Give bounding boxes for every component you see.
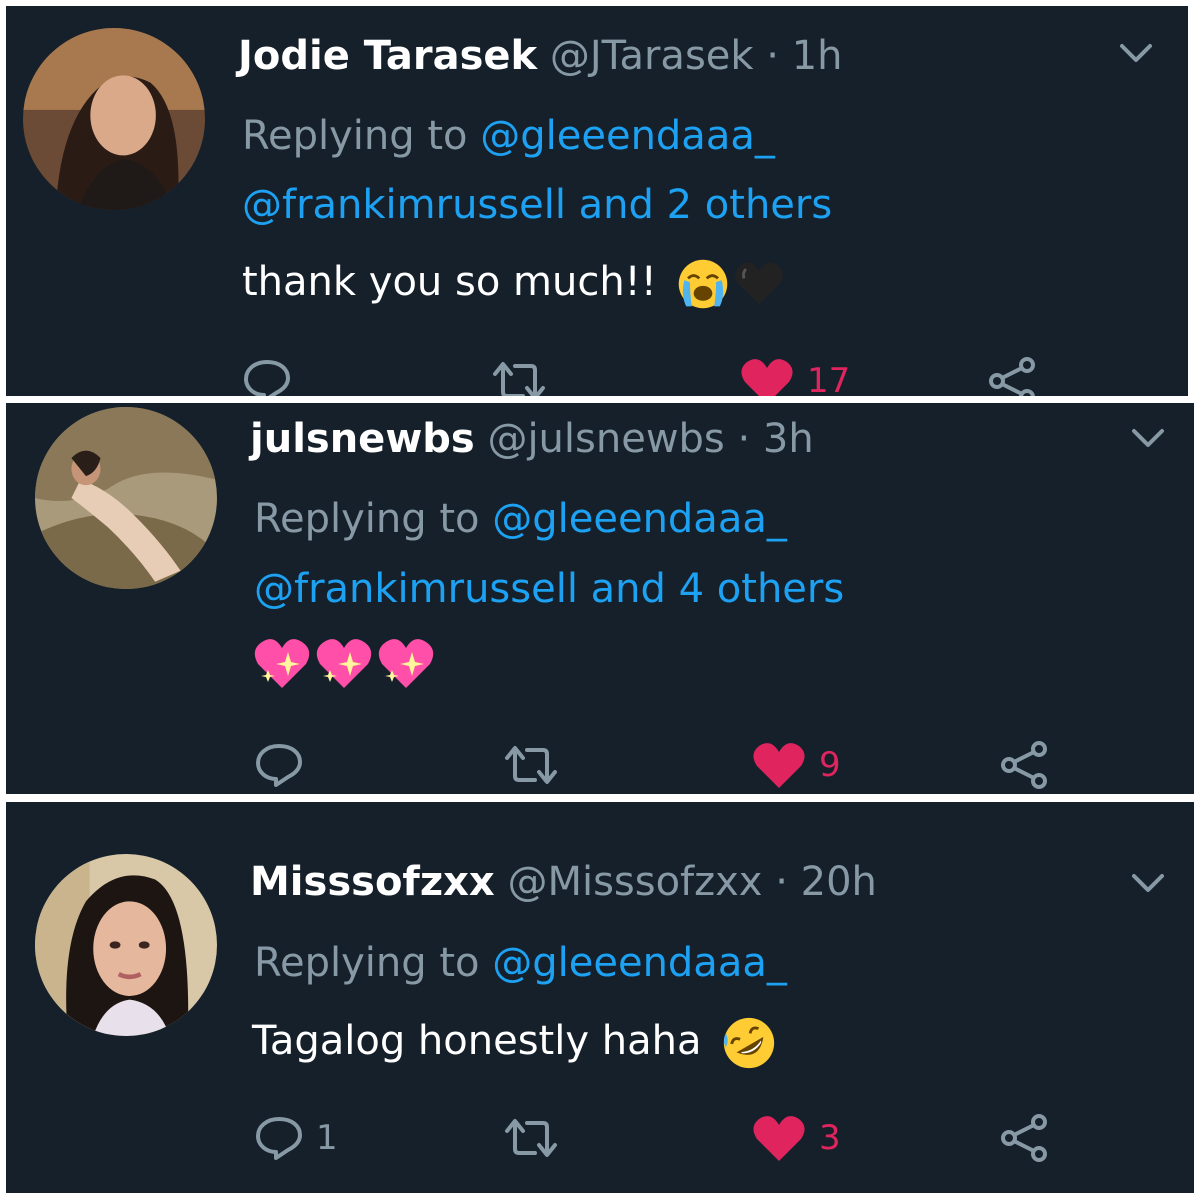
- separator-dot: ·: [766, 33, 779, 79]
- like-count: 3: [819, 1118, 841, 1158]
- like-button[interactable]: 9: [751, 740, 841, 790]
- tweet-actions: 9: [254, 740, 1074, 790]
- tweet-text: Tagalog honestly haha: [252, 1014, 778, 1072]
- reply-icon: [256, 744, 302, 787]
- replying-label: Replying to: [254, 496, 480, 542]
- reply-icon: [244, 360, 290, 396]
- like-button[interactable]: 17: [739, 356, 850, 396]
- like-count: 17: [807, 361, 851, 396]
- reply-count: 1: [316, 1118, 338, 1158]
- tweet-body: Tagalog honestly haha: [252, 1018, 702, 1064]
- display-name[interactable]: Misssofzxx: [250, 859, 495, 905]
- display-name[interactable]: julsnewbs: [250, 416, 475, 462]
- chevron-down-icon[interactable]: [1116, 38, 1156, 68]
- replying-to: Replying to @gleeendaaa_: [242, 112, 775, 160]
- share-button[interactable]: [987, 356, 1039, 396]
- separator-dot: ·: [775, 859, 788, 905]
- share-icon: [1001, 1114, 1047, 1162]
- user-handle[interactable]: @JTarasek: [550, 33, 754, 79]
- chevron-down-icon[interactable]: [1128, 423, 1168, 453]
- mention-others-link[interactable]: @frankimrussell and 2 others: [242, 182, 832, 228]
- replying-to: Replying to @gleeendaaa_: [254, 495, 787, 543]
- retweet-icon: [493, 362, 545, 396]
- heart-icon: [753, 1116, 805, 1161]
- sparkling-heart-icon: [316, 639, 372, 688]
- tweet-header: Misssofzxx @Misssofzxx · 20h: [250, 858, 877, 906]
- sparkling-heart-icon: [254, 639, 310, 688]
- heart-icon: [741, 359, 793, 396]
- reply-icon: [256, 1117, 302, 1160]
- replying-label: Replying to: [254, 940, 480, 986]
- tweet-text: thank you so much!!: [242, 256, 787, 312]
- share-button[interactable]: [999, 1113, 1051, 1163]
- display-name[interactable]: Jodie Tarasek: [238, 33, 537, 79]
- retweet-button[interactable]: [489, 356, 549, 396]
- share-button[interactable]: [999, 740, 1051, 790]
- tweet-actions: 1 3: [254, 1113, 1074, 1163]
- user-handle[interactable]: @julsnewbs: [487, 416, 724, 462]
- mention-link[interactable]: @gleeendaaa_: [492, 496, 787, 542]
- timestamp[interactable]: 20h: [801, 859, 877, 905]
- tweet-card[interactable]: julsnewbs @julsnewbs · 3h Replying to @g…: [6, 403, 1194, 794]
- replying-to-others: @frankimrussell and 4 others: [254, 565, 844, 613]
- reply-button[interactable]: [242, 356, 304, 396]
- mention-others-link[interactable]: @frankimrussell and 4 others: [254, 566, 844, 612]
- share-icon: [989, 357, 1035, 396]
- timestamp[interactable]: 3h: [763, 416, 814, 462]
- avatar[interactable]: [35, 854, 217, 1036]
- reply-button[interactable]: [254, 740, 316, 790]
- separator-dot: ·: [737, 416, 751, 462]
- retweet-button[interactable]: [501, 740, 561, 790]
- retweet-button[interactable]: [501, 1113, 561, 1163]
- like-count: 9: [819, 745, 841, 785]
- replying-to: Replying to @gleeendaaa_: [254, 939, 787, 987]
- chevron-down-icon[interactable]: [1128, 868, 1168, 898]
- mention-link[interactable]: @gleeendaaa_: [480, 113, 775, 159]
- retweet-icon: [505, 1119, 557, 1157]
- replying-label: Replying to: [242, 113, 468, 159]
- sparkling-heart-icon: [378, 639, 434, 688]
- timestamp[interactable]: 1h: [792, 33, 843, 79]
- user-handle[interactable]: @Misssofzxx: [507, 859, 762, 905]
- tweet-card[interactable]: Misssofzxx @Misssofzxx · 20h Replying to…: [6, 802, 1194, 1193]
- black-heart-icon: [735, 262, 784, 305]
- loudly-crying-face-icon: [679, 259, 728, 309]
- tweet-header: julsnewbs @julsnewbs · 3h: [250, 415, 814, 463]
- replying-to-others: @frankimrussell and 2 others: [242, 181, 832, 229]
- tweet-text: [252, 636, 436, 692]
- rolling-on-floor-laughing-icon: [724, 1017, 775, 1069]
- reply-button[interactable]: 1: [254, 1113, 338, 1163]
- like-button[interactable]: 3: [751, 1113, 841, 1163]
- mention-link[interactable]: @gleeendaaa_: [492, 940, 787, 986]
- tweet-header: Jodie Tarasek @JTarasek · 1h: [238, 32, 843, 80]
- avatar[interactable]: [23, 28, 205, 210]
- tweet-body: thank you so much!!: [242, 259, 657, 305]
- heart-icon: [753, 743, 805, 788]
- share-icon: [1001, 741, 1047, 789]
- retweet-icon: [505, 746, 557, 784]
- avatar[interactable]: [35, 407, 217, 589]
- tweet-card[interactable]: Jodie Tarasek @JTarasek · 1h Replying to…: [6, 6, 1188, 396]
- tweet-actions: 17: [242, 356, 1062, 396]
